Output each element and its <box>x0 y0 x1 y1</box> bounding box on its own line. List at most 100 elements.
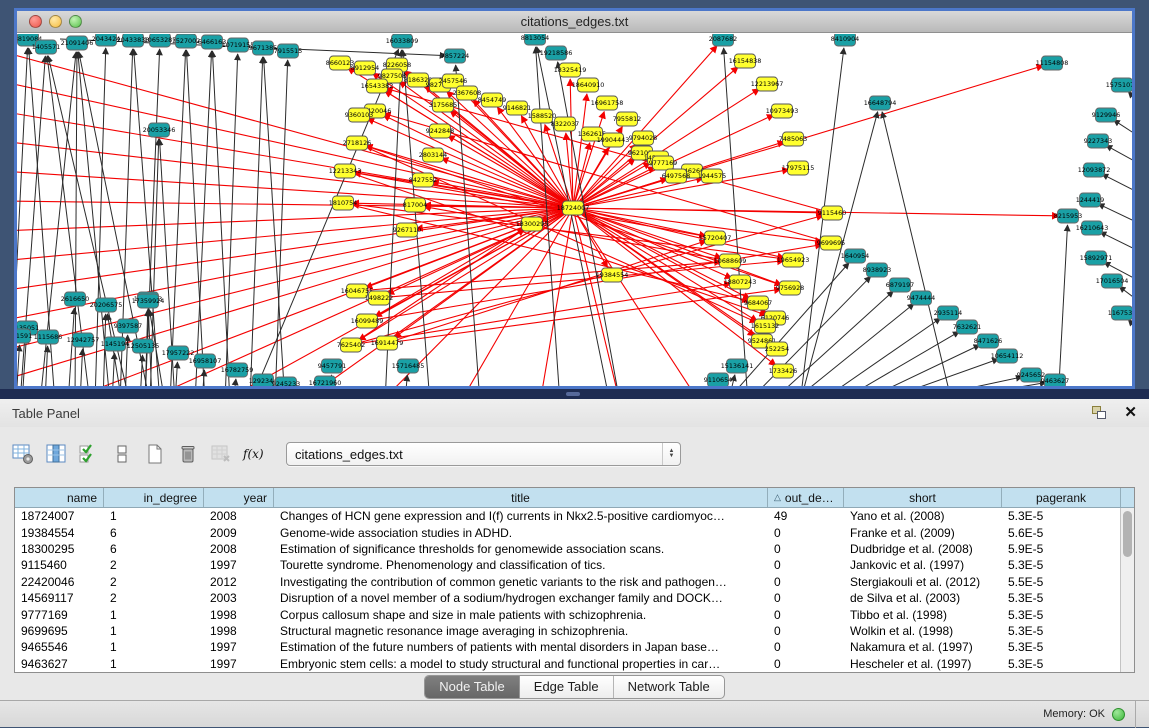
network-node[interactable]: 9115460 <box>818 206 846 220</box>
network-node[interactable]: 1167534 <box>1108 306 1132 320</box>
network-node[interactable]: 8427552 <box>409 173 437 187</box>
network-node[interactable]: 12213967 <box>751 77 784 91</box>
panel-splitter[interactable] <box>566 392 580 396</box>
network-node[interactable]: 21091406 <box>61 36 94 50</box>
network-node[interactable]: 10688609 <box>714 254 747 268</box>
network-node[interactable]: 7632621 <box>953 320 981 334</box>
network-node[interactable]: 9227343 <box>1084 134 1112 148</box>
column-header-title[interactable]: title <box>274 488 768 507</box>
network-node[interactable]: 16033809 <box>386 34 419 48</box>
network-node[interactable]: 7625402 <box>337 338 365 352</box>
delete-column-icon[interactable] <box>173 439 203 469</box>
column-header-in_degree[interactable]: in_degree <box>104 488 204 507</box>
network-node[interactable]: 18807243 <box>724 275 757 289</box>
table-row[interactable]: 1938455462009Genome-wide association stu… <box>15 524 1134 540</box>
network-node[interactable]: 16961758 <box>591 96 624 110</box>
new-column-icon[interactable] <box>140 439 170 469</box>
network-node[interactable]: 2616650 <box>61 292 89 306</box>
network-node[interactable]: 9457791 <box>318 359 346 373</box>
tab-network-table[interactable]: Network Table <box>613 676 724 698</box>
network-node[interactable]: 252254 <box>765 342 789 356</box>
network-node[interactable]: 15136141 <box>721 359 754 373</box>
network-node[interactable]: 1405571 <box>32 40 60 54</box>
network-node[interactable]: 9397587 <box>114 319 142 333</box>
column-header-name[interactable]: name <box>15 488 104 507</box>
network-node[interactable]: 9129946 <box>1092 108 1120 122</box>
network-node[interactable]: 9267110 <box>393 223 421 237</box>
network-node[interactable]: 9684067 <box>744 296 772 310</box>
network-node[interactable]: 8322037 <box>551 117 579 131</box>
table-row[interactable]: 911546021997Tourette syndrome. Phenomeno… <box>15 557 1134 573</box>
network-node[interactable]: 7955812 <box>613 112 641 126</box>
network-node[interactable]: 1640954 <box>841 249 869 263</box>
network-node[interactable]: 9699695 <box>817 236 845 250</box>
select-rows-icon[interactable] <box>74 439 104 469</box>
close-window-icon[interactable] <box>29 15 42 28</box>
network-node[interactable]: 19654923 <box>777 253 810 267</box>
network-node[interactable]: 1498222 <box>365 291 393 305</box>
network-node[interactable]: 19384554 <box>596 268 629 282</box>
network-node[interactable]: 17359924 <box>132 294 165 308</box>
window-titlebar[interactable]: citations_edges.txt <box>17 11 1132 33</box>
network-node[interactable]: 7857224 <box>441 49 469 63</box>
network-node[interactable]: 8938923 <box>863 263 891 277</box>
table-row[interactable]: 946362711997Embryonic stem cells: a mode… <box>15 656 1134 672</box>
toggle-view-icon[interactable] <box>107 439 137 469</box>
network-node[interactable]: 9360103 <box>345 108 373 122</box>
network-node[interactable]: 9794028 <box>629 131 657 145</box>
network-node[interactable]: 17016504 <box>1096 274 1129 288</box>
network-node[interactable]: 8410904 <box>831 34 859 46</box>
network-node[interactable]: 16648794 <box>864 96 897 110</box>
table-row[interactable]: 1830029562008Estimation of significance … <box>15 541 1134 557</box>
column-header-year[interactable]: year <box>204 488 274 507</box>
network-node[interactable]: 9756928 <box>776 281 804 295</box>
vertical-scrollbar[interactable] <box>1120 508 1134 672</box>
scrollbar-thumb[interactable] <box>1123 511 1132 557</box>
network-canvas[interactable]: 8819084140557121091406204342420433838106… <box>17 34 1132 386</box>
column-visibility-icon[interactable] <box>41 439 71 469</box>
network-node[interactable]: 16543382 <box>361 79 394 93</box>
network-node[interactable]: 19218586 <box>540 46 573 60</box>
network-node[interactable]: 10654112 <box>991 349 1024 363</box>
network-node[interactable]: 8813054 <box>521 34 549 45</box>
table-row[interactable]: 969969511998Structural magnetic resonanc… <box>15 623 1134 639</box>
network-node[interactable]: 9463627 <box>1041 374 1069 386</box>
network-node[interactable]: 9474444 <box>907 291 935 305</box>
network-node[interactable]: 6497568 <box>662 169 690 183</box>
network-node[interactable]: 12213343 <box>329 164 362 178</box>
function-builder-icon[interactable]: f(x) <box>239 439 269 469</box>
table-settings-icon[interactable] <box>8 439 38 469</box>
network-node[interactable]: 8471626 <box>974 334 1002 348</box>
column-header-short[interactable]: short <box>844 488 1002 507</box>
table-select-dropdown[interactable]: citations_edges.txt ▲▼ <box>286 442 681 466</box>
network-node[interactable]: 817004 <box>403 198 427 212</box>
zoom-window-icon[interactable] <box>69 15 82 28</box>
network-node[interactable]: 18640910 <box>572 78 605 92</box>
network-node[interactable]: 1810754 <box>329 196 357 210</box>
network-node[interactable]: 16958107 <box>189 354 222 368</box>
table-row[interactable]: 977716911998Corpus callosum shape and si… <box>15 606 1134 622</box>
network-node[interactable]: 2803144 <box>419 148 447 162</box>
network-node[interactable]: 2935114 <box>934 306 962 320</box>
network-node[interactable]: 15892971 <box>1080 251 1113 265</box>
network-node[interactable]: 2087682 <box>709 34 737 46</box>
network-node[interactable]: 15716485 <box>392 359 425 373</box>
network-node[interactable]: 8215953 <box>1054 209 1082 223</box>
network-node[interactable]: 9245233 <box>272 377 300 386</box>
network-node[interactable]: 7485063 <box>779 132 807 146</box>
network-node[interactable]: 17975115 <box>782 161 815 175</box>
network-node[interactable]: 18325419 <box>554 63 587 77</box>
float-panel-icon[interactable] <box>1092 406 1108 420</box>
network-node[interactable]: 20206575 <box>90 298 123 312</box>
table-row[interactable]: 1456911722003Disruption of a novel membe… <box>15 590 1134 606</box>
table-row[interactable]: 1872400712008Changes of HCN gene express… <box>15 508 1134 524</box>
network-node[interactable]: 1115686 <box>34 330 62 344</box>
network-node[interactable]: 9777169 <box>649 156 677 170</box>
network-node[interactable]: 2718126 <box>343 136 371 150</box>
table-row[interactable]: 2242004622012Investigating the contribut… <box>15 574 1134 590</box>
tab-node-table[interactable]: Node Table <box>425 676 519 698</box>
network-node[interactable]: 1244419 <box>1076 193 1104 207</box>
network-node[interactable]: 15720407 <box>699 231 732 245</box>
network-node[interactable]: 11154808 <box>1036 56 1069 70</box>
network-node[interactable]: 16914479 <box>371 336 404 350</box>
